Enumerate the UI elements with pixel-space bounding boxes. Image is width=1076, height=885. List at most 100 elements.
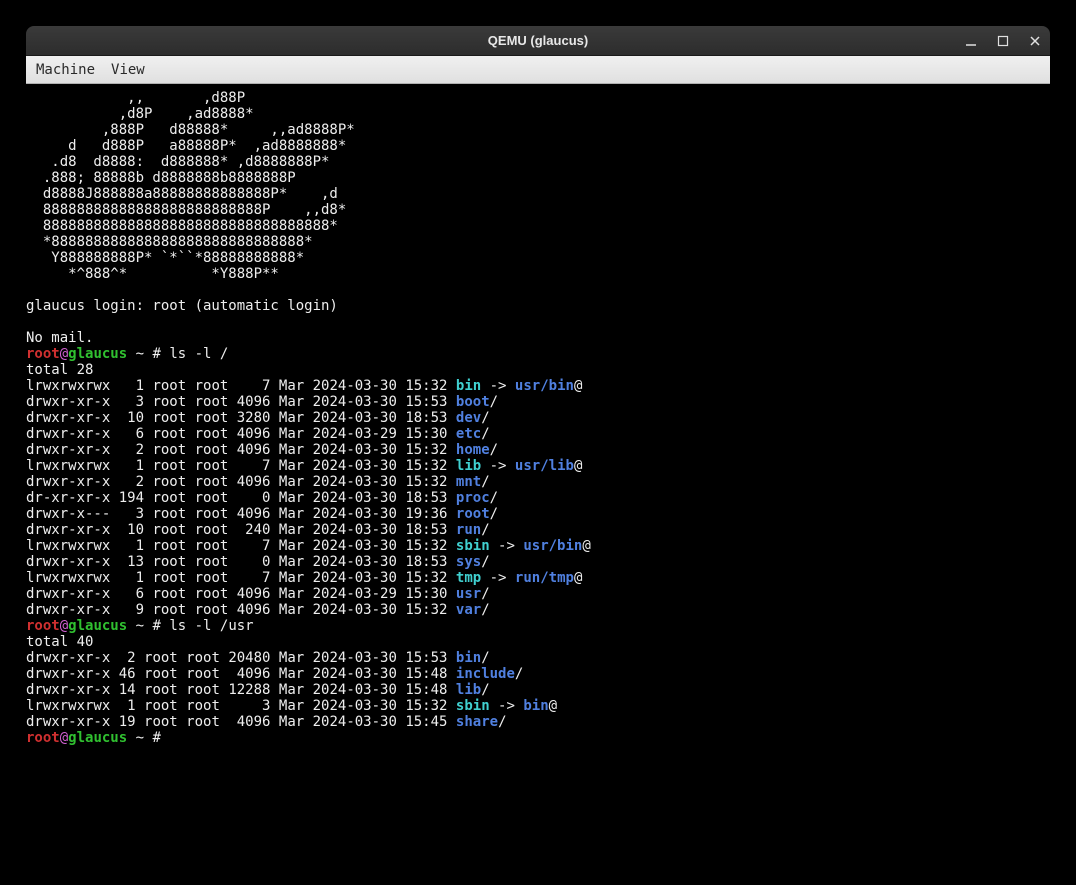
ls-perm: drwxr-xr-x: [26, 410, 110, 426]
ls-nlink: 1: [110, 538, 144, 554]
ls-owner: root root: [144, 442, 228, 458]
ls-suffix: @: [574, 570, 582, 586]
terminal-line: drwxr-xr-x 2 root root 4096 Mar 2024-03-…: [26, 442, 1050, 458]
ls-name: root: [456, 506, 490, 522]
window-controls: [964, 34, 1042, 48]
prompt-at: @: [60, 346, 68, 362]
login-line: glaucus login: root (automatic login): [26, 298, 338, 314]
terminal-line: root@glaucus ~ #: [26, 730, 1050, 746]
command-text: ls -l /: [169, 346, 228, 362]
ls-date: Mar 2024-03-29 15:30: [270, 426, 455, 442]
close-button[interactable]: [1028, 34, 1042, 48]
ls-size: 7: [228, 570, 270, 586]
ls-size: 12288: [220, 682, 271, 698]
terminal-line: Y888888888P* `*``*88888888888*: [26, 250, 1050, 266]
ls-name: var: [456, 602, 481, 618]
prompt-at: @: [60, 730, 68, 746]
prompt-host: glaucus: [68, 346, 127, 362]
prompt-host: glaucus: [68, 618, 127, 634]
terminal-line: drwxr-xr-x 6 root root 4096 Mar 2024-03-…: [26, 586, 1050, 602]
ls-size: 20480: [220, 650, 271, 666]
terminal-line: *^888^* *Y888P**: [26, 266, 1050, 282]
ls-owner: root root: [144, 554, 228, 570]
blank: [26, 314, 34, 330]
ls-name: boot: [456, 394, 490, 410]
terminal-line: lrwxrwxrwx 1 root root 7 Mar 2024-03-30 …: [26, 570, 1050, 586]
terminal-line: drwxr-xr-x 10 root root 240 Mar 2024-03-…: [26, 522, 1050, 538]
prompt-user: root: [26, 730, 60, 746]
terminal-line: d d888P a88888P* ,ad8888888*: [26, 138, 1050, 154]
ls-perm: drwxr-xr-x: [26, 602, 110, 618]
ls-date: Mar 2024-03-30 15:53: [270, 394, 455, 410]
ls-size: 4096: [228, 426, 270, 442]
ls-name: usr: [456, 586, 481, 602]
ls-owner: root root: [136, 714, 220, 730]
prompt-cwd: ~: [127, 618, 152, 634]
ls-target: usr/bin: [515, 378, 574, 394]
ls-nlink: 46: [110, 666, 135, 682]
ls-name: include: [456, 666, 515, 682]
ls-nlink: 3: [110, 506, 144, 522]
terminal-line: drwxr-xr-x 19 root root 4096 Mar 2024-03…: [26, 714, 1050, 730]
terminal-line: total 28: [26, 362, 1050, 378]
blank: [26, 282, 34, 298]
ls-owner: root root: [136, 698, 220, 714]
ls-nlink: 1: [110, 378, 144, 394]
ls-suffix: /: [481, 426, 489, 442]
ls-perm: drwxr-xr-x: [26, 554, 110, 570]
ls-owner: root root: [144, 602, 228, 618]
terminal-line: drwxr-xr-x 46 root root 4096 Mar 2024-03…: [26, 666, 1050, 682]
ls-target: bin: [523, 698, 548, 714]
ls-suffix: /: [481, 410, 489, 426]
ascii-art-line: *888888888888888888888888888888*: [26, 234, 313, 250]
menu-view[interactable]: View: [111, 62, 145, 78]
ls-name: tmp: [456, 570, 481, 586]
ls-nlink: 10: [110, 410, 144, 426]
ls-suffix: /: [481, 522, 489, 538]
terminal-line: [26, 282, 1050, 298]
menu-machine[interactable]: Machine: [36, 62, 95, 78]
terminal-line: glaucus login: root (automatic login): [26, 298, 1050, 314]
ascii-art-line: Y888888888P* `*``*88888888888*: [26, 250, 304, 266]
ls-size: 4096: [228, 442, 270, 458]
minimize-button[interactable]: [964, 34, 978, 48]
ls-date: Mar 2024-03-30 15:32: [270, 378, 455, 394]
ls-size: 4096: [228, 506, 270, 522]
ls-size: 7: [228, 378, 270, 394]
window-title: QEMU (glaucus): [488, 33, 588, 48]
prompt-host: glaucus: [68, 730, 127, 746]
ascii-art-line: 8888888888888888888888888888888888*: [26, 218, 338, 234]
terminal-line: *888888888888888888888888888888*: [26, 234, 1050, 250]
ls-date: Mar 2024-03-30 15:48: [270, 666, 455, 682]
ls-nlink: 2: [110, 650, 135, 666]
ls-owner: root root: [144, 538, 228, 554]
ls-date: Mar 2024-03-30 15:32: [270, 570, 455, 586]
ls-size: 7: [228, 458, 270, 474]
ls-size: 7: [228, 538, 270, 554]
ls-nlink: 9: [110, 602, 144, 618]
ls-nlink: 13: [110, 554, 144, 570]
ls-name: home: [456, 442, 490, 458]
ls-owner: root root: [144, 570, 228, 586]
maximize-button[interactable]: [996, 34, 1010, 48]
ls-date: Mar 2024-03-30 15:48: [270, 682, 455, 698]
titlebar[interactable]: QEMU (glaucus): [26, 26, 1050, 56]
ls-owner: root root: [136, 666, 220, 682]
ls-suffix: /: [481, 586, 489, 602]
ls-nlink: 3: [110, 394, 144, 410]
ls-owner: root root: [144, 458, 228, 474]
terminal[interactable]: ,, ,d88P ,d8P ,ad8888* ,888P d88888* ,,a…: [26, 84, 1050, 884]
terminal-line: ,888P d88888* ,,ad8888P*: [26, 122, 1050, 138]
ls-size: 4096: [228, 602, 270, 618]
ls-owner: root root: [144, 522, 228, 538]
terminal-line: .d8 d8888: d888888* ,d8888888P*: [26, 154, 1050, 170]
ls-suffix: /: [515, 666, 523, 682]
ls-arrow: ->: [481, 378, 515, 394]
ls-perm: lrwxrwxrwx: [26, 570, 110, 586]
ascii-art-line: *^888^* *Y888P**: [26, 266, 279, 282]
terminal-line: dr-xr-xr-x 194 root root 0 Mar 2024-03-3…: [26, 490, 1050, 506]
ls-owner: root root: [144, 394, 228, 410]
ls-date: Mar 2024-03-30 18:53: [270, 554, 455, 570]
ls-suffix: /: [481, 602, 489, 618]
terminal-line: ,d8P ,ad8888*: [26, 106, 1050, 122]
